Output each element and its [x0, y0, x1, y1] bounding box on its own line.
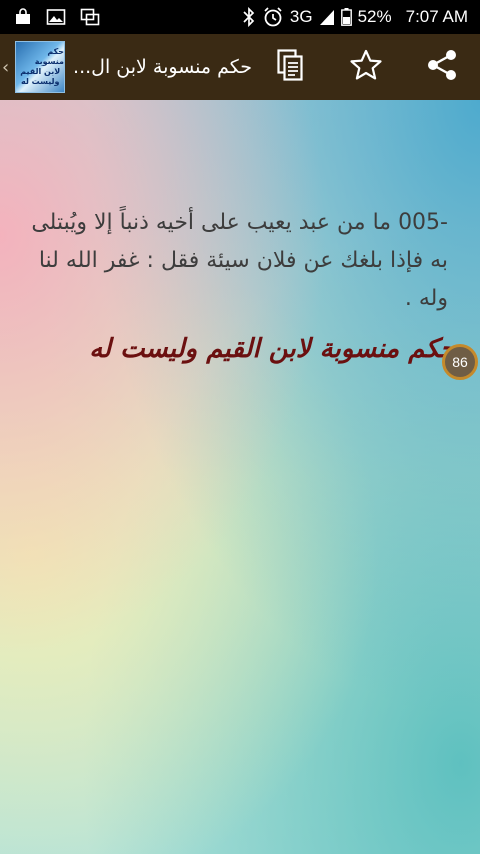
favorite-button[interactable]: [328, 34, 404, 100]
network-type: 3G: [289, 7, 313, 26]
signal-icon: [319, 8, 335, 26]
bag-icon: [14, 8, 32, 26]
logo-line-1: حكم منسوبة: [34, 47, 65, 66]
toolbar-actions: [252, 34, 480, 100]
page-counter-badge[interactable]: 86: [442, 344, 478, 380]
copy-icon: [277, 49, 303, 85]
clock: 7:07 AM: [405, 7, 468, 26]
quote-attribution: حكم منسوبة لابن القيم وليست له: [89, 334, 456, 364]
screenshot-icon: [80, 8, 100, 26]
copy-button[interactable]: [252, 34, 328, 100]
battery-percentage: 52%: [357, 7, 392, 26]
status-bar: 3G 52% 7:07 AM: [0, 0, 480, 34]
quote-text-block: 005- ما من عبد يعيب على أخيه ذنباً إلا و…: [28, 204, 448, 318]
bluetooth-icon: [242, 7, 256, 27]
alarm-icon: [262, 6, 284, 28]
image-icon: [46, 8, 66, 26]
quote-text: ما من عبد يعيب على أخيه ذنباً إلا ويُبتل…: [31, 210, 448, 311]
share-button[interactable]: [404, 34, 480, 100]
logo-line-2: لابن القيم: [20, 67, 61, 76]
content-area: 005- ما من عبد يعيب على أخيه ذنباً إلا و…: [0, 100, 480, 854]
quote-number: 005-: [398, 210, 448, 235]
app-title: حكم منسوبة لابن ال...: [73, 56, 252, 78]
battery-icon: [340, 8, 352, 26]
chevron-left-icon[interactable]: ‹: [2, 57, 13, 78]
app-bar: ‹ حكم منسوبة لابن القيم وليست له حكم منس…: [0, 34, 480, 100]
star-icon: [349, 48, 383, 86]
logo-line-3: وليست له: [20, 77, 60, 86]
app-logo[interactable]: حكم منسوبة لابن القيم وليست له: [15, 41, 66, 93]
share-icon: [426, 49, 458, 85]
